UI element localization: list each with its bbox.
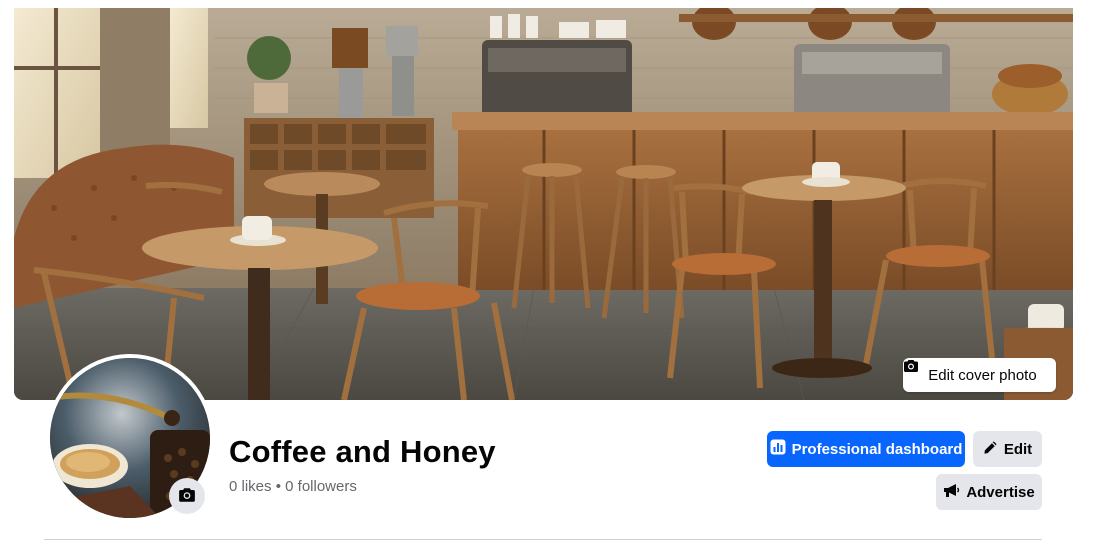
advertise-button[interactable]: Advertise [936, 474, 1042, 510]
stats-separator: • [275, 478, 281, 495]
camera-icon [178, 486, 196, 507]
page-title: Coffee and Honey [229, 434, 496, 469]
edit-cover-photo-label: Edit cover photo [928, 366, 1037, 384]
edit-page-button[interactable]: Edit [973, 431, 1042, 467]
followers-count[interactable]: 0 followers [285, 478, 357, 495]
professional-dashboard-label: Professional dashboard [791, 440, 963, 458]
megaphone-icon [943, 483, 960, 502]
professional-dashboard-button[interactable]: Professional dashboard [767, 431, 965, 467]
change-profile-picture-button[interactable] [169, 478, 205, 514]
advertise-label: Advertise [966, 483, 1035, 501]
likes-count[interactable]: 0 likes [229, 478, 272, 495]
bar-chart-icon [770, 439, 786, 459]
header-divider [44, 539, 1042, 540]
cover-illustration [14, 8, 1073, 400]
pencil-icon [983, 440, 998, 459]
edit-label: Edit [1003, 440, 1033, 458]
cover-photo[interactable]: Edit cover photo [14, 8, 1073, 400]
edit-cover-photo-button[interactable]: Edit cover photo [903, 358, 1056, 392]
page-stats: 0 likes • 0 followers [229, 478, 357, 495]
